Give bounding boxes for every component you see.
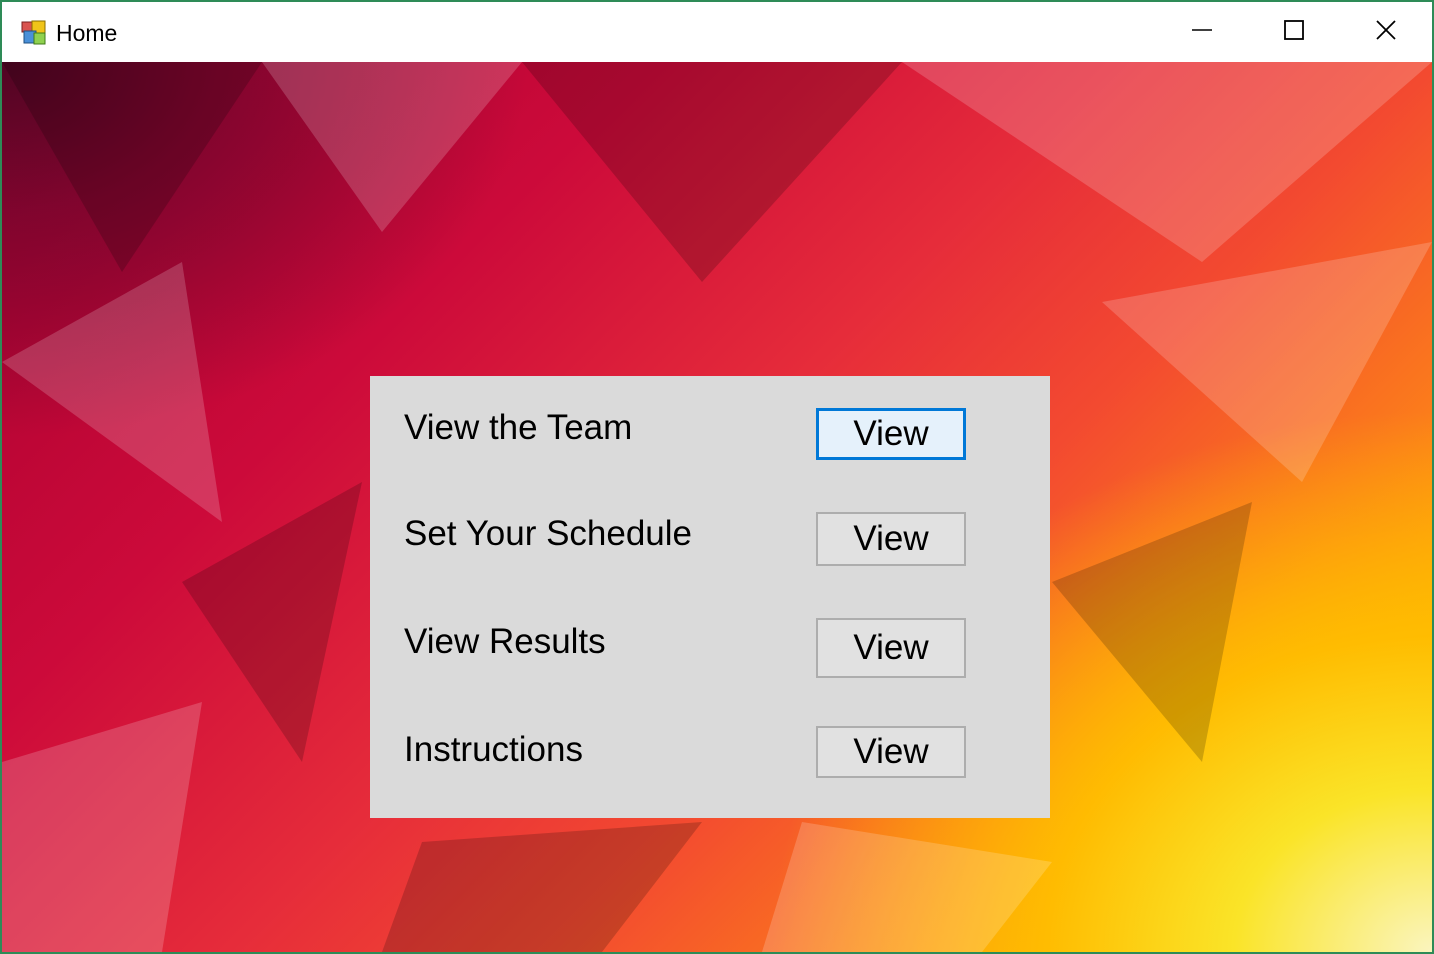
instructions-button[interactable]: View — [816, 726, 966, 778]
window-title: Home — [56, 20, 118, 46]
app-icon[interactable] — [20, 19, 48, 47]
close-icon — [1375, 19, 1397, 46]
client-area: View the Team View Set Your Schedule Vie… — [2, 62, 1432, 952]
title-bar[interactable]: Home — [2, 2, 1432, 62]
set-schedule-button[interactable]: View — [816, 512, 966, 566]
minimize-button[interactable] — [1156, 2, 1248, 62]
view-results-button[interactable]: View — [816, 618, 966, 678]
close-button[interactable] — [1340, 2, 1432, 62]
minimize-icon — [1191, 19, 1213, 46]
menu-panel: View the Team View Set Your Schedule Vie… — [370, 376, 1050, 818]
home-window: Home View the Team View Set Your Schedul… — [0, 0, 1434, 954]
view-team-label: View the Team — [404, 408, 633, 447]
set-schedule-label: Set Your Schedule — [404, 514, 693, 553]
view-results-label: View Results — [404, 622, 606, 661]
view-team-button[interactable]: View — [816, 408, 966, 460]
maximize-button[interactable] — [1248, 2, 1340, 62]
maximize-icon — [1283, 19, 1305, 46]
instructions-label: Instructions — [404, 730, 583, 769]
